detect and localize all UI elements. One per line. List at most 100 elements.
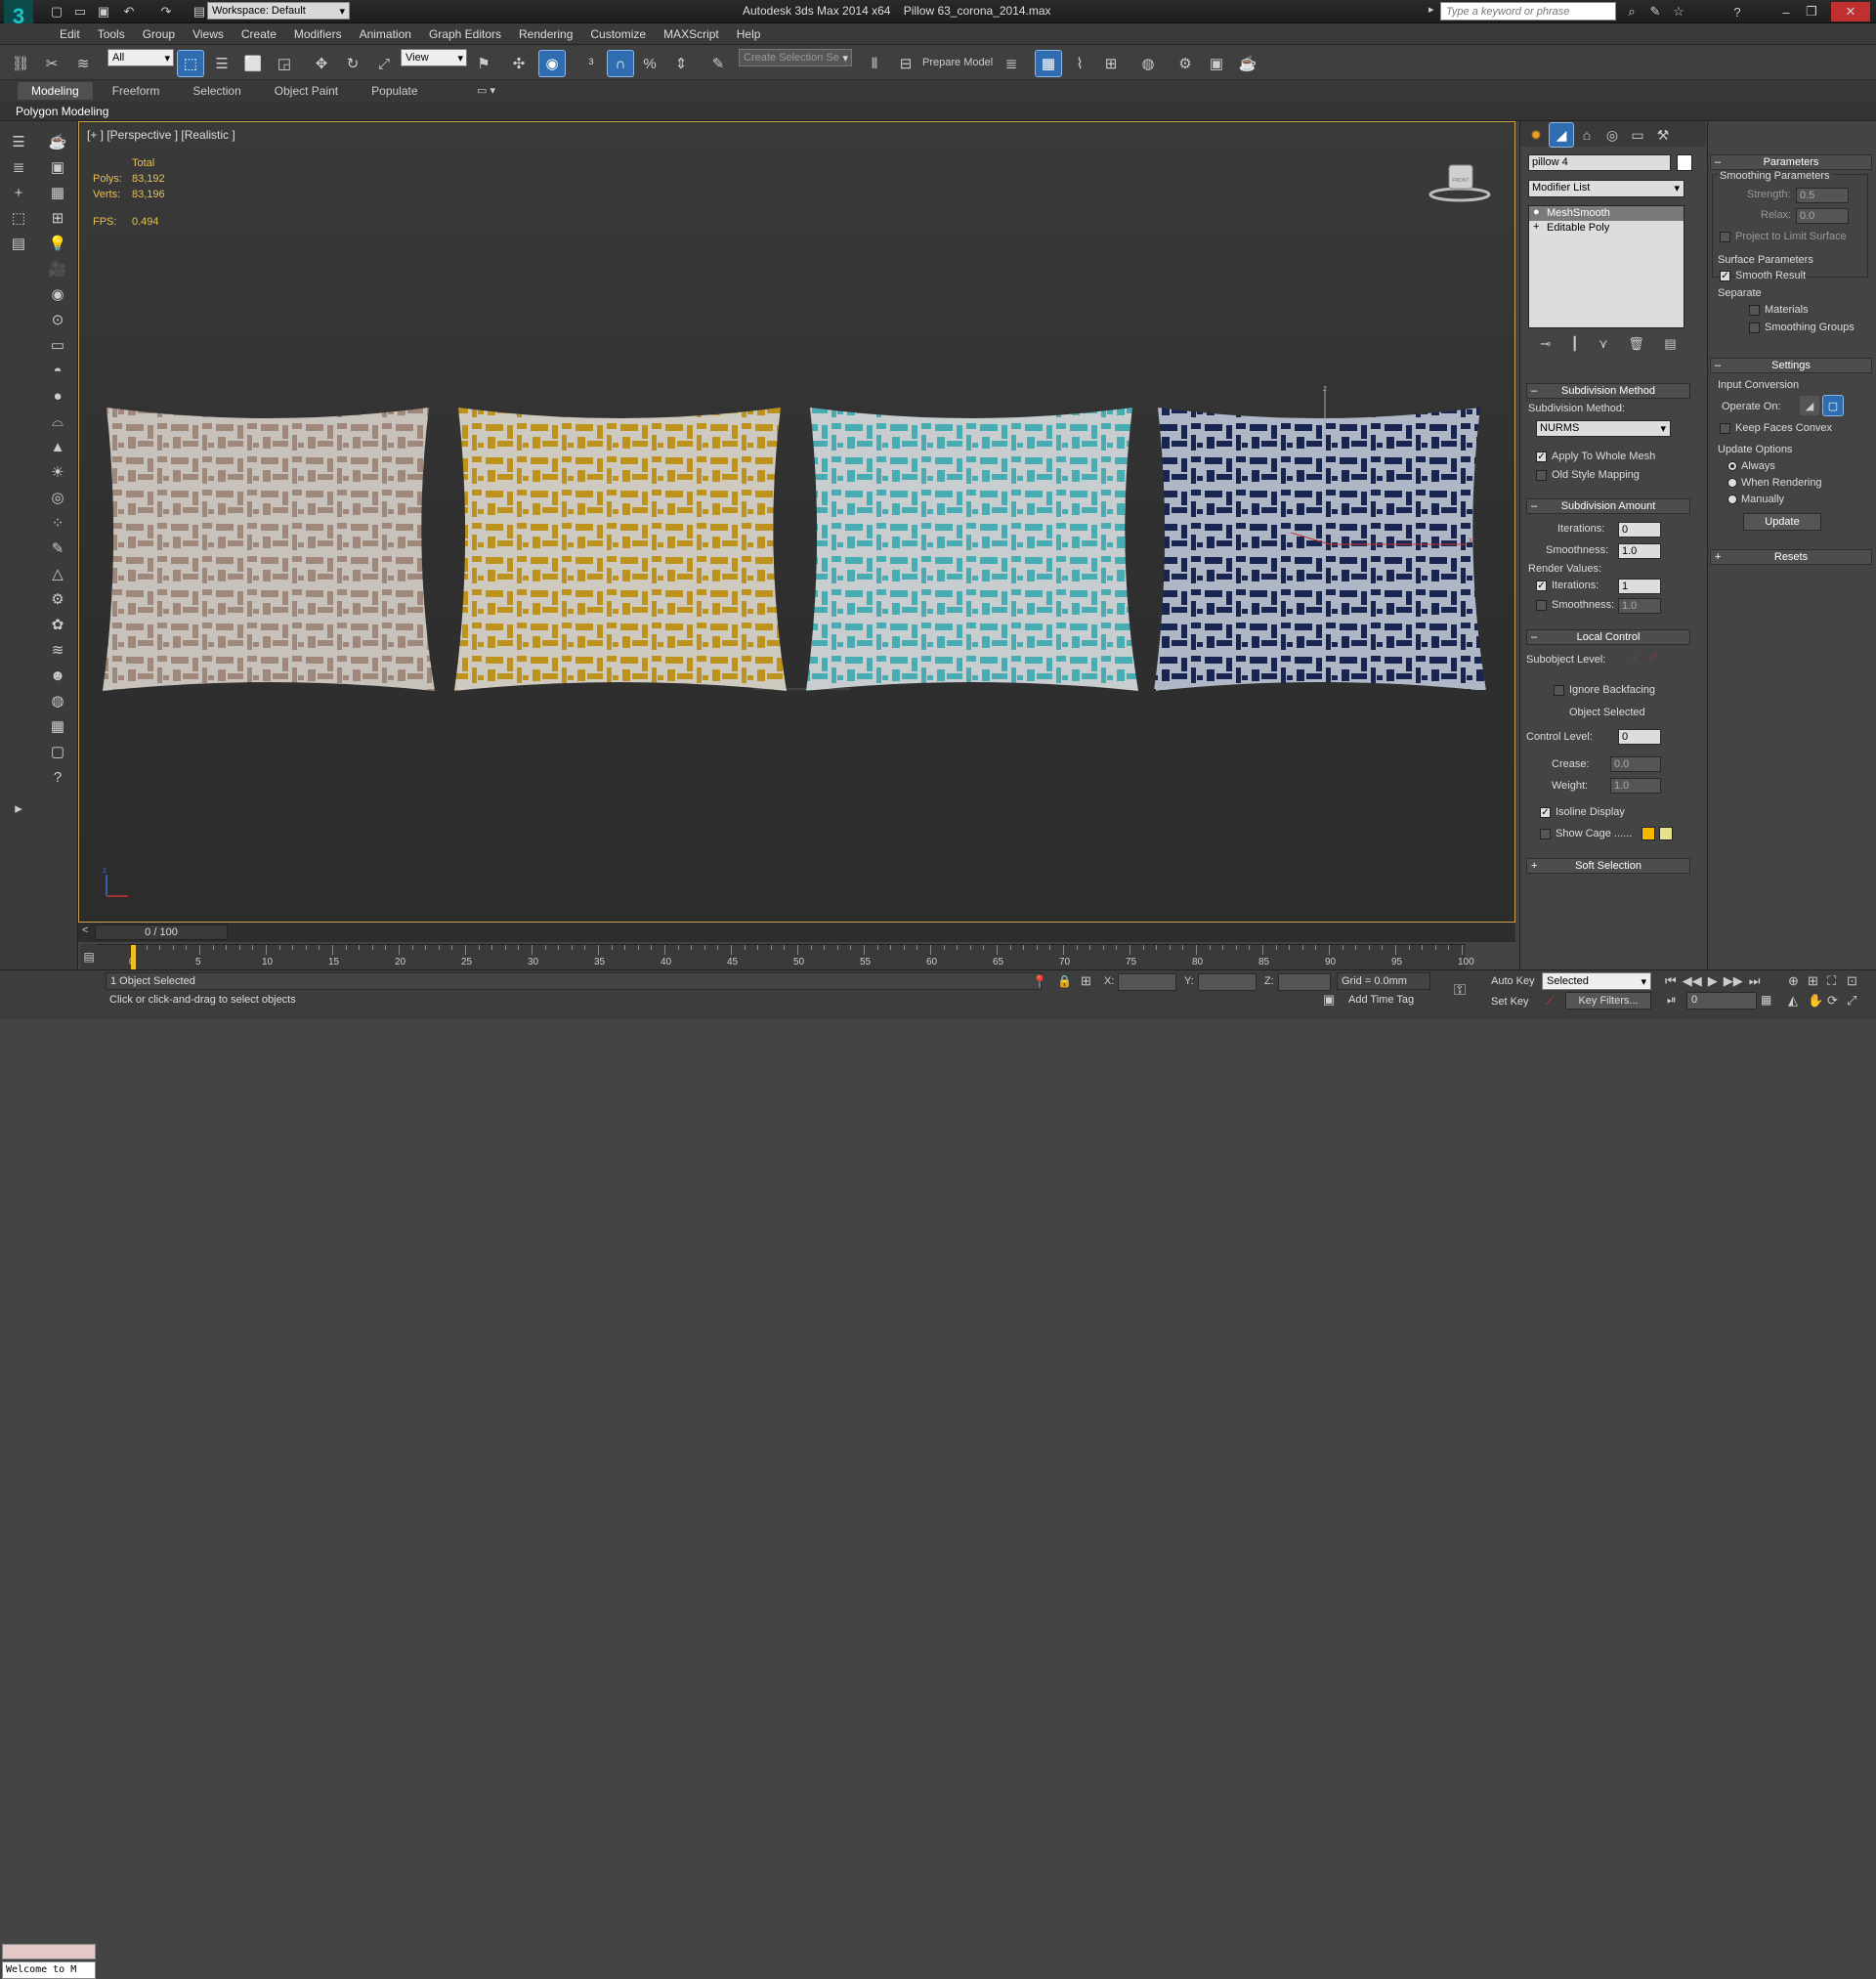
hair-icon[interactable]: ≋	[45, 637, 70, 663]
tab-selection[interactable]: Selection	[179, 82, 254, 100]
menu-edit[interactable]: Edit	[51, 27, 89, 41]
search-expand-icon[interactable]: ▸	[1428, 3, 1434, 16]
object-name-field[interactable]: pillow 4	[1528, 154, 1671, 171]
menu-animation[interactable]: Animation	[351, 27, 420, 41]
current-frame-marker[interactable]	[131, 945, 136, 970]
object-color-swatch[interactable]	[1677, 154, 1692, 171]
menu-create[interactable]: Create	[233, 27, 285, 41]
key-filters-button[interactable]: Key Filters...	[1565, 992, 1651, 1010]
add-time-tag-label[interactable]: Add Time Tag	[1348, 994, 1414, 1006]
utilities-tab-icon[interactable]: ⚒	[1651, 123, 1675, 147]
isolate-selection-icon[interactable]: 📍	[1032, 974, 1047, 990]
scale-icon[interactable]: ⤢	[371, 51, 397, 76]
video-icon[interactable]: ◉	[45, 281, 70, 307]
hemisphere-icon[interactable]: ◓	[45, 358, 70, 383]
spinner-snap-icon[interactable]: ⇕	[668, 51, 694, 76]
prepare-model-label[interactable]: Prepare Model	[922, 57, 993, 68]
bind-space-warp-icon[interactable]: ≋	[70, 51, 96, 76]
sphere-icon[interactable]: ●	[45, 383, 70, 409]
menu-rendering[interactable]: Rendering	[510, 27, 581, 41]
select-object-icon[interactable]: ⬚	[177, 50, 204, 77]
mirror-icon[interactable]: ⫴	[862, 51, 887, 76]
apply-whole-mesh-checkbox[interactable]: ✓	[1536, 452, 1547, 462]
subscription-icon[interactable]: ✎	[1645, 2, 1665, 22]
key-mode-toggle-icon[interactable]: ⏯	[1667, 993, 1677, 1008]
redo-icon[interactable]: ↷	[156, 2, 176, 22]
tab-freeform[interactable]: Freeform	[99, 82, 174, 100]
render-frame-icon[interactable]: ▢	[45, 739, 70, 764]
gear-icon[interactable]: ⚙	[45, 586, 70, 612]
menu-customize[interactable]: Customize	[581, 27, 655, 41]
ignore-backfacing-checkbox[interactable]	[1554, 685, 1564, 696]
play-icon[interactable]: ▶	[1708, 973, 1718, 989]
percent-snap-icon[interactable]: %	[637, 51, 662, 76]
expand-plus-icon[interactable]: +	[1533, 221, 1539, 233]
remove-modifier-icon[interactable]: 🗑	[1628, 336, 1644, 358]
go-to-start-icon[interactable]: ⏮	[1665, 973, 1677, 989]
previous-key-icon[interactable]: ◀◀	[1683, 973, 1702, 989]
show-end-result-icon[interactable]: ┃	[1571, 336, 1579, 358]
cage-selection-color-swatch[interactable]	[1659, 827, 1673, 840]
polygon-modeling-label[interactable]: Polygon Modeling	[16, 105, 108, 118]
viewcube[interactable]: FRONT	[1428, 164, 1491, 202]
iterations-spinner[interactable]: 0	[1618, 522, 1661, 538]
expand-arrow-icon[interactable]: ▸	[6, 796, 31, 821]
next-key-icon[interactable]: ▶▶	[1724, 973, 1743, 989]
grid-icon[interactable]: ⊞	[45, 205, 70, 231]
help-icon[interactable]: ?	[1727, 2, 1747, 22]
menu-help[interactable]: Help	[728, 27, 770, 41]
select-by-name-icon[interactable]: ☰	[209, 51, 234, 76]
torus-icon[interactable]: ◎	[45, 485, 70, 510]
menu-views[interactable]: Views	[184, 27, 233, 41]
y-coord-field[interactable]	[1198, 973, 1257, 991]
materials-checkbox[interactable]	[1749, 305, 1760, 316]
key-icon[interactable]: ⚿	[1454, 982, 1466, 1000]
undo-icon[interactable]: ↶	[119, 2, 139, 22]
z-coord-field[interactable]	[1278, 973, 1331, 991]
menu-maxscript[interactable]: MAXScript	[655, 27, 728, 41]
save-icon[interactable]: ▣	[94, 2, 113, 22]
tab-object-paint[interactable]: Object Paint	[261, 82, 352, 100]
configure-sets-icon[interactable]: ▤	[1664, 336, 1676, 358]
field-of-view-icon[interactable]: ◭	[1788, 993, 1808, 1009]
x-coord-field[interactable]	[1118, 973, 1176, 991]
absolute-mode-icon[interactable]: ⊞	[1081, 973, 1091, 989]
link-icon[interactable]: ⛓	[8, 51, 33, 76]
restore-icon[interactable]: ❐	[1802, 2, 1821, 22]
render-frame-icon[interactable]: ▣	[1204, 51, 1229, 76]
modifier-stack[interactable]: ● MeshSmooth + Editable Poly	[1528, 205, 1684, 328]
rotate-icon[interactable]: ↻	[340, 51, 365, 76]
biped-icon[interactable]: ☻	[45, 663, 70, 688]
stack-item-editable-poly[interactable]: + Editable Poly	[1529, 221, 1684, 236]
create-plus-icon[interactable]: +	[6, 180, 31, 205]
key-mode-dropdown[interactable]: Selected ▾	[1542, 972, 1651, 990]
smoothing-groups-checkbox[interactable]	[1749, 323, 1760, 333]
update-button[interactable]: Update	[1743, 513, 1821, 531]
vertex-level-icon[interactable]: ⋰	[1630, 652, 1641, 665]
render-setup-icon[interactable]: ⚙	[1172, 51, 1198, 76]
add-time-tag-icon[interactable]: ▣	[1323, 992, 1335, 1008]
minimize-icon[interactable]: –	[1776, 2, 1796, 22]
snap-3d-icon[interactable]: ³	[578, 51, 604, 76]
maxscript-listener[interactable]: Welcome to M	[2, 1961, 96, 1979]
pivot-center-icon[interactable]: ⚑	[471, 51, 496, 76]
open-file-icon[interactable]: ▭	[70, 2, 90, 22]
menu-modifiers[interactable]: Modifiers	[285, 27, 351, 41]
plant-icon[interactable]: ✿	[45, 612, 70, 637]
rectangular-selection-icon[interactable]: ⬜	[240, 51, 266, 76]
scene-explorer-icon[interactable]: ☰	[6, 129, 31, 154]
new-file-icon[interactable]: ▢	[47, 2, 66, 22]
rollout-soft-selection[interactable]: + Soft Selection	[1526, 858, 1690, 874]
modify-tab-icon[interactable]: ◢	[1549, 122, 1574, 148]
select-icon[interactable]: ⬚	[6, 205, 31, 231]
cage-color-swatch[interactable]	[1642, 827, 1655, 840]
show-cage-checkbox[interactable]	[1540, 829, 1551, 839]
update-always-radio[interactable]	[1727, 461, 1737, 471]
zoom-icon[interactable]: ⊕	[1788, 973, 1808, 989]
schematic-view-icon[interactable]: ⊞	[1098, 51, 1124, 76]
menu-graph-editors[interactable]: Graph Editors	[420, 27, 510, 41]
favorites-star-icon[interactable]: ☆	[1669, 2, 1688, 22]
edit-named-selection-icon[interactable]: ✎	[705, 51, 731, 76]
window-crossing-icon[interactable]: ◲	[272, 51, 297, 76]
perspective-viewport[interactable]: [+ ] [Perspective ] [Realistic ] Total P…	[78, 121, 1515, 923]
